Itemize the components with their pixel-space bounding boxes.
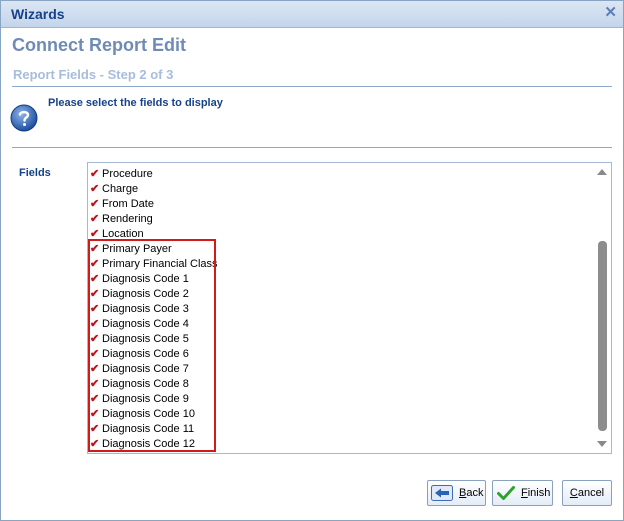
checkmark-icon: ✔ [90,378,100,390]
scroll-down-icon[interactable] [597,441,607,447]
finish-label: inish [527,487,551,499]
close-icon[interactable]: ✕ [604,4,617,22]
window-title: Wizards [11,6,65,22]
list-item-label: Diagnosis Code 1 [102,273,189,285]
fields-list: ✔ Procedure ✔ Charge ✔ From Date ✔ Rendering ✔ Lo… [88,167,218,452]
list-item-label: Diagnosis Code 6 [102,348,189,360]
list-item-label: Diagnosis Code 9 [102,393,189,405]
list-item-label: Primary Financial Class [102,258,218,270]
list-item-label: Diagnosis Code 11 [102,423,195,435]
checkmark-icon: ✔ [90,363,100,375]
list-item[interactable]: ✔ Diagnosis Code 3 [88,302,218,317]
scrollbar-thumb[interactable] [598,241,607,431]
checkmark-icon: ✔ [90,348,100,360]
list-item[interactable]: ✔ Procedure [88,167,218,182]
checkmark-icon: ✔ [90,213,100,225]
list-item-label: Charge [102,183,139,195]
list-item[interactable]: ✔ Diagnosis Code 4 [88,317,218,332]
checkmark-icon: ✔ [90,228,100,240]
list-item[interactable]: ✔ Diagnosis Code 12 [88,437,218,452]
checkmark-icon: ✔ [90,408,100,420]
list-item[interactable]: ✔ Charge [88,182,218,197]
checkmark-icon: ✔ [90,168,100,180]
list-item[interactable]: ✔ Diagnosis Code 11 [88,422,218,437]
step-subtitle: Report Fields - Step 2 of 3 [13,67,174,82]
list-item-label: Diagnosis Code 12 [102,438,195,450]
checkmark-icon: ✔ [90,288,100,300]
list-item-label: Rendering [102,213,153,225]
finish-accesskey: F [521,487,528,499]
list-item-label: Diagnosis Code 7 [102,363,189,375]
checkmark-icon: ✔ [90,183,100,195]
list-item-label: From Date [102,198,154,210]
checkmark-icon: ✔ [90,438,100,450]
instruction-text: Please select the fields to display [48,97,223,109]
list-item[interactable]: ✔ From Date [88,197,218,212]
finish-button[interactable]: Finish [492,480,553,506]
list-item[interactable]: ✔ Diagnosis Code 9 [88,392,218,407]
checkmark-icon: ✔ [90,273,100,285]
checkmark-icon: ✔ [90,333,100,345]
list-item-label: Primary Payer [102,243,172,255]
back-arrow-icon [431,485,453,501]
checkmark-icon: ✔ [90,303,100,315]
green-checkmark-icon [497,486,515,500]
fields-listbox[interactable]: ✔ Procedure ✔ Charge ✔ From Date ✔ Rendering ✔ Lo… [87,162,612,454]
wizard-dialog: Wizards ✕ Connect Report Edit Report Fie… [0,0,624,521]
list-item-label: Diagnosis Code 3 [102,303,189,315]
list-item[interactable]: ✔ Primary Payer [88,242,218,257]
scroll-up-icon[interactable] [597,169,607,175]
checkmark-icon: ✔ [90,423,100,435]
cancel-label: ancel [577,487,605,499]
list-item-label: Procedure [102,168,153,180]
list-item-label: Diagnosis Code 2 [102,288,189,300]
list-item[interactable]: ✔ Primary Financial Class [88,257,218,272]
back-button[interactable]: Back [427,480,486,506]
cancel-button[interactable]: Cancel [562,480,612,506]
help-question-icon [10,104,38,132]
fields-label: Fields [19,167,51,179]
checkmark-icon: ✔ [90,318,100,330]
list-item-label: Location [102,228,144,240]
checkmark-icon: ✔ [90,393,100,405]
list-item[interactable]: ✔ Diagnosis Code 2 [88,287,218,302]
list-item[interactable]: ✔ Rendering [88,212,218,227]
list-item[interactable]: ✔ Diagnosis Code 7 [88,362,218,377]
list-item-label: Diagnosis Code 4 [102,318,189,330]
list-item[interactable]: ✔ Diagnosis Code 5 [88,332,218,347]
instruction-divider [12,147,612,148]
list-item-label: Diagnosis Code 8 [102,378,189,390]
list-item[interactable]: ✔ Diagnosis Code 8 [88,377,218,392]
title-bar: Wizards ✕ [1,1,623,28]
list-item[interactable]: ✔ Diagnosis Code 1 [88,272,218,287]
list-item[interactable]: ✔ Diagnosis Code 10 [88,407,218,422]
checkmark-icon: ✔ [90,198,100,210]
list-item-label: Diagnosis Code 10 [102,408,195,420]
header-divider [12,86,612,87]
checkmark-icon: ✔ [90,258,100,270]
checkmark-icon: ✔ [90,243,100,255]
list-item-label: Diagnosis Code 5 [102,333,189,345]
back-label: ack [466,487,484,499]
page-title: Connect Report Edit [12,35,186,55]
list-item[interactable]: ✔ Diagnosis Code 6 [88,347,218,362]
vertical-scrollbar[interactable] [594,163,611,453]
list-item[interactable]: ✔ Location [88,227,218,242]
cancel-accesskey: C [569,487,578,499]
